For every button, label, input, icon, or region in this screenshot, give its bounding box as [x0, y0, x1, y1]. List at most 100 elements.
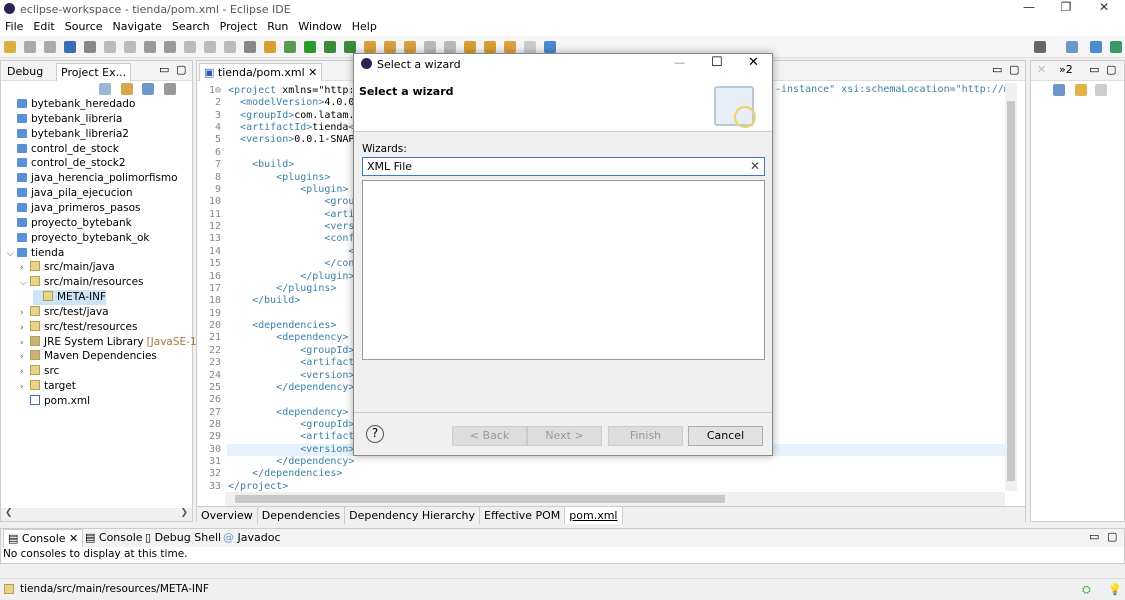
- tree-item[interactable]: › src/test/java: [20, 305, 109, 320]
- toolbar-button-icon[interactable]: [464, 41, 476, 53]
- menu-file[interactable]: File: [0, 18, 28, 33]
- tree-item[interactable]: bytebank_libreria: [7, 112, 122, 127]
- clear-filter-icon[interactable]: ✕: [750, 159, 760, 173]
- toolbar-button-icon[interactable]: [204, 41, 216, 53]
- finish-button[interactable]: Finish: [608, 426, 683, 446]
- toolbar-button-icon[interactable]: [64, 41, 76, 53]
- tree-item[interactable]: control_de_stock: [7, 142, 119, 157]
- tree-item[interactable]: › JRE System Library [JavaSE-11]: [20, 335, 207, 350]
- dialog-maximize-button[interactable]: ☐: [711, 55, 723, 70]
- pom-tab[interactable]: Effective POM: [480, 507, 566, 524]
- tree-item[interactable]: proyecto_bytebank: [7, 216, 132, 231]
- link-editor-icon[interactable]: [120, 83, 133, 95]
- updates-icon[interactable]: ⛭: [1082, 583, 1091, 597]
- maximize-view-icon[interactable]: ▢: [1106, 63, 1116, 76]
- toolbar-button-icon[interactable]: [364, 41, 376, 53]
- toolbar-button-icon[interactable]: [484, 41, 496, 53]
- dialog-close-button[interactable]: ✕: [748, 55, 759, 70]
- tree-item[interactable]: › src: [20, 364, 59, 379]
- tree-item[interactable]: bytebank_heredado: [7, 97, 135, 112]
- toolbar-button-icon[interactable]: [104, 41, 116, 53]
- toolbar-button-icon[interactable]: [284, 41, 296, 53]
- tab-javadoc[interactable]: @ Javadoc: [219, 529, 285, 547]
- tab-debug-shell[interactable]: ▯ Debug Shell: [141, 529, 225, 547]
- menu-source[interactable]: Source: [60, 18, 108, 33]
- expand-arrow-icon[interactable]: ›: [20, 321, 30, 336]
- toolbar-button-icon[interactable]: [404, 41, 416, 53]
- collapse-icon[interactable]: [1095, 84, 1107, 96]
- toolbar-button-icon[interactable]: [504, 41, 516, 53]
- tab-project-explorer[interactable]: Project Ex...: [56, 63, 132, 81]
- editor-horizontal-scrollbar[interactable]: [225, 492, 1005, 506]
- maximize-view-icon[interactable]: ▢: [1107, 530, 1117, 543]
- tab-debug[interactable]: Debug: [3, 63, 47, 81]
- collapse-all-icon[interactable]: [99, 83, 111, 95]
- toolbar-button-icon[interactable]: [524, 41, 536, 53]
- tree-item[interactable]: › src/test/resources: [20, 320, 137, 335]
- toolbar-button-icon[interactable]: [84, 41, 96, 53]
- close-button[interactable]: ✕: [1086, 0, 1122, 18]
- toolbar-button-icon[interactable]: [124, 41, 136, 53]
- toolbar-button-icon[interactable]: [324, 41, 336, 53]
- minimize-view-icon[interactable]: ▭: [1089, 63, 1099, 76]
- tree-item[interactable]: java_herencia_polimorfismo: [7, 171, 178, 186]
- maximize-view-icon[interactable]: ▢: [176, 63, 186, 76]
- tree-item[interactable]: META-INF: [33, 290, 107, 306]
- toolbar-button-icon[interactable]: [244, 41, 256, 53]
- expand-arrow-icon[interactable]: ›: [20, 350, 30, 365]
- close-view-icon[interactable]: ✕: [1037, 63, 1046, 76]
- pom-tab[interactable]: Overview: [197, 507, 258, 524]
- wizard-filter-input[interactable]: XML File ✕: [362, 157, 765, 176]
- vertical-scrollbar[interactable]: [1005, 83, 1017, 491]
- toolbar-button-icon[interactable]: [44, 41, 56, 53]
- pom-tab[interactable]: Dependencies: [258, 507, 346, 524]
- menu-window[interactable]: Window: [293, 18, 346, 33]
- sort-icon[interactable]: [1075, 84, 1087, 96]
- wizard-list[interactable]: [362, 180, 765, 360]
- tip-icon[interactable]: 💡: [1108, 583, 1122, 596]
- toolbar-button-icon[interactable]: [344, 41, 356, 53]
- search-icon[interactable]: [1034, 41, 1046, 53]
- expand-arrow-icon[interactable]: ›: [20, 261, 30, 276]
- menu-help[interactable]: Help: [347, 18, 382, 33]
- tab-console-active[interactable]: ▤ Console ✕: [3, 529, 84, 547]
- maximize-editor-icon[interactable]: ▢: [1009, 63, 1019, 76]
- open-perspective-icon[interactable]: [1066, 41, 1078, 53]
- tree-item[interactable]: › src/main/java: [20, 260, 115, 275]
- tree-item[interactable]: ⌵ src/main/resources: [20, 275, 144, 290]
- debug-perspective-icon[interactable]: [1110, 41, 1122, 53]
- toolbar-button-icon[interactable]: [544, 41, 556, 53]
- minimize-button[interactable]: —: [1011, 0, 1047, 18]
- tree-item[interactable]: control_de_stock2: [7, 156, 126, 171]
- help-icon[interactable]: ?: [366, 425, 384, 443]
- tree-item[interactable]: › target: [20, 379, 76, 394]
- horizontal-scrollbar[interactable]: ❮ ❯: [1, 508, 192, 521]
- tab-pom-xml[interactable]: ▣ tienda/pom.xml ✕: [199, 63, 323, 81]
- restore-button[interactable]: ❐: [1048, 0, 1084, 18]
- next-button[interactable]: Next >: [527, 426, 602, 446]
- menu-navigate[interactable]: Navigate: [108, 18, 167, 33]
- toolbar-button-icon[interactable]: [184, 41, 196, 53]
- menu-run[interactable]: Run: [262, 18, 293, 33]
- toolbar-button-icon[interactable]: [164, 41, 176, 53]
- toolbar-button-icon[interactable]: [304, 41, 316, 53]
- tree-item[interactable]: proyecto_bytebank_ok: [7, 231, 149, 246]
- expand-arrow-icon[interactable]: ⌵: [7, 247, 17, 262]
- toolbar-button-icon[interactable]: [4, 41, 16, 53]
- tree-item[interactable]: ⌵ tienda: [7, 246, 64, 261]
- tree-item[interactable]: pom.xml: [20, 394, 90, 409]
- toolbar-button-icon[interactable]: [444, 41, 456, 53]
- minimize-view-icon[interactable]: ▭: [159, 63, 169, 76]
- pom-tab[interactable]: pom.xml: [565, 507, 623, 524]
- close-tab-icon[interactable]: ✕: [308, 66, 317, 79]
- expand-arrow-icon[interactable]: ›: [20, 336, 30, 351]
- view-overflow[interactable]: »2: [1059, 63, 1073, 76]
- minimize-editor-icon[interactable]: ▭: [992, 63, 1002, 76]
- toolbar-button-icon[interactable]: [384, 41, 396, 53]
- filter-icon[interactable]: [142, 83, 154, 95]
- pom-tab[interactable]: Dependency Hierarchy: [345, 507, 480, 524]
- menu-edit[interactable]: Edit: [28, 18, 59, 33]
- tree-item[interactable]: › Maven Dependencies: [20, 349, 157, 364]
- menu-project[interactable]: Project: [215, 18, 263, 33]
- toolbar-button-icon[interactable]: [264, 41, 276, 53]
